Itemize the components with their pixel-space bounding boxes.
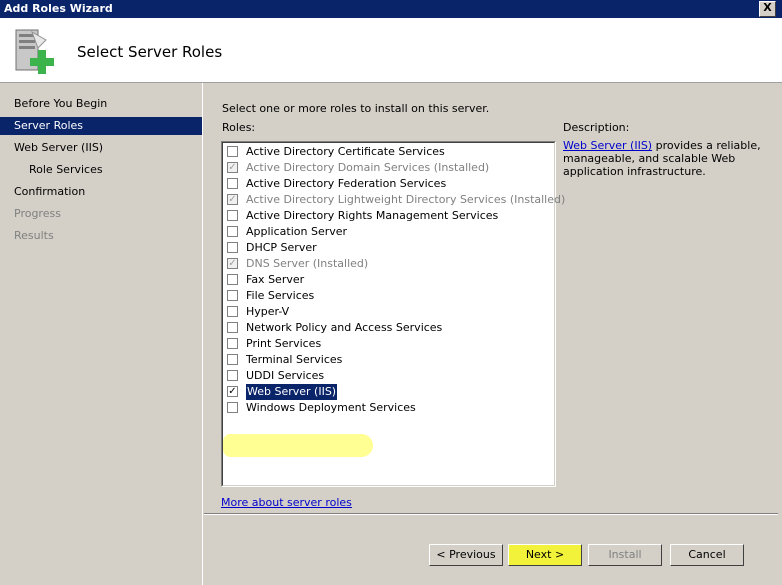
next-button[interactable]: Next >: [508, 544, 582, 566]
checkbox[interactable]: [227, 274, 238, 285]
role-label: Active Directory Certificate Services: [246, 145, 445, 158]
page-title: Select Server Roles: [77, 43, 223, 61]
nav-step-progress: Progress: [14, 207, 61, 220]
nav-step-role-services[interactable]: Role Services: [0, 161, 202, 179]
nav-step-results: Results: [14, 229, 54, 242]
role-label: File Services: [246, 289, 315, 302]
description-label: Description:: [563, 121, 630, 134]
main-panel: Select one or more roles to install on t…: [204, 83, 778, 585]
instruction-text: Select one or more roles to install on t…: [222, 102, 490, 115]
nav-step-confirmation[interactable]: Confirmation: [0, 183, 202, 201]
role-label: Network Policy and Access Services: [246, 321, 443, 334]
role-label: Web Server (IIS): [246, 384, 338, 400]
title-bar[interactable]: Add Roles Wizard X: [0, 0, 782, 18]
install-button[interactable]: Install: [588, 544, 662, 566]
role-label: Terminal Services: [246, 353, 343, 366]
description-role-link[interactable]: Web Server (IIS): [563, 139, 652, 152]
wizard-steps-nav: Before You Begin Server Roles Web Server (…: [0, 83, 203, 585]
checkbox[interactable]: [227, 178, 238, 189]
checkbox[interactable]: [227, 338, 238, 349]
checked-checkbox[interactable]: ✓: [227, 386, 238, 397]
nav-step-before-you-begin[interactable]: Before You Begin: [0, 95, 202, 113]
role-label: Print Services: [246, 337, 322, 350]
role-label: Application Server: [246, 225, 348, 238]
checkbox[interactable]: [227, 402, 238, 413]
close-button[interactable]: X: [759, 1, 776, 17]
role-label: UDDI Services: [246, 369, 325, 382]
window-title: Add Roles Wizard: [4, 2, 113, 15]
checkbox[interactable]: [227, 306, 238, 317]
checked-checkbox: ✓: [227, 162, 238, 173]
highlighter-mark: [223, 434, 373, 457]
role-label: Fax Server: [246, 273, 305, 286]
previous-button[interactable]: < Previous: [429, 544, 503, 566]
checkbox[interactable]: [227, 242, 238, 253]
description-text: Web Server (IIS) provides a reliable, ma…: [563, 139, 773, 178]
add-roles-wizard-window: Add Roles Wizard X Select Server Roles B…: [0, 0, 782, 585]
checkbox[interactable]: [227, 290, 238, 301]
cancel-button[interactable]: Cancel: [670, 544, 744, 566]
more-about-roles-link[interactable]: More about server roles: [221, 496, 352, 509]
role-label: Active Directory Domain Services (Instal…: [246, 161, 490, 174]
role-label: Active Directory Federation Services: [246, 177, 447, 190]
checkbox[interactable]: [227, 322, 238, 333]
nav-step-server-roles[interactable]: Server Roles: [0, 117, 202, 135]
role-label: Active Directory Lightweight Directory S…: [246, 193, 566, 206]
checked-checkbox: ✓: [227, 194, 238, 205]
roles-label: Roles:: [222, 121, 256, 134]
roles-list[interactable]: Active Directory Certificate Services ✓ Ac…: [221, 141, 565, 487]
checkbox[interactable]: [227, 226, 238, 237]
wizard-header: Select Server Roles: [0, 18, 782, 83]
role-label: Active Directory Rights Management Servi…: [246, 209, 499, 222]
checkbox[interactable]: [227, 370, 238, 381]
checkbox[interactable]: [227, 146, 238, 157]
role-label: Windows Deployment Services: [246, 401, 416, 414]
role-label: DHCP Server: [246, 241, 317, 254]
checkbox[interactable]: [227, 210, 238, 221]
checkbox[interactable]: [227, 354, 238, 365]
nav-step-web-server-iis[interactable]: Web Server (IIS): [0, 139, 202, 157]
role-label: Hyper-V: [246, 305, 290, 318]
separator: [204, 513, 778, 515]
checked-checkbox: ✓: [227, 258, 238, 269]
role-label: DNS Server (Installed): [246, 257, 369, 270]
server-add-icon: [15, 29, 54, 74]
